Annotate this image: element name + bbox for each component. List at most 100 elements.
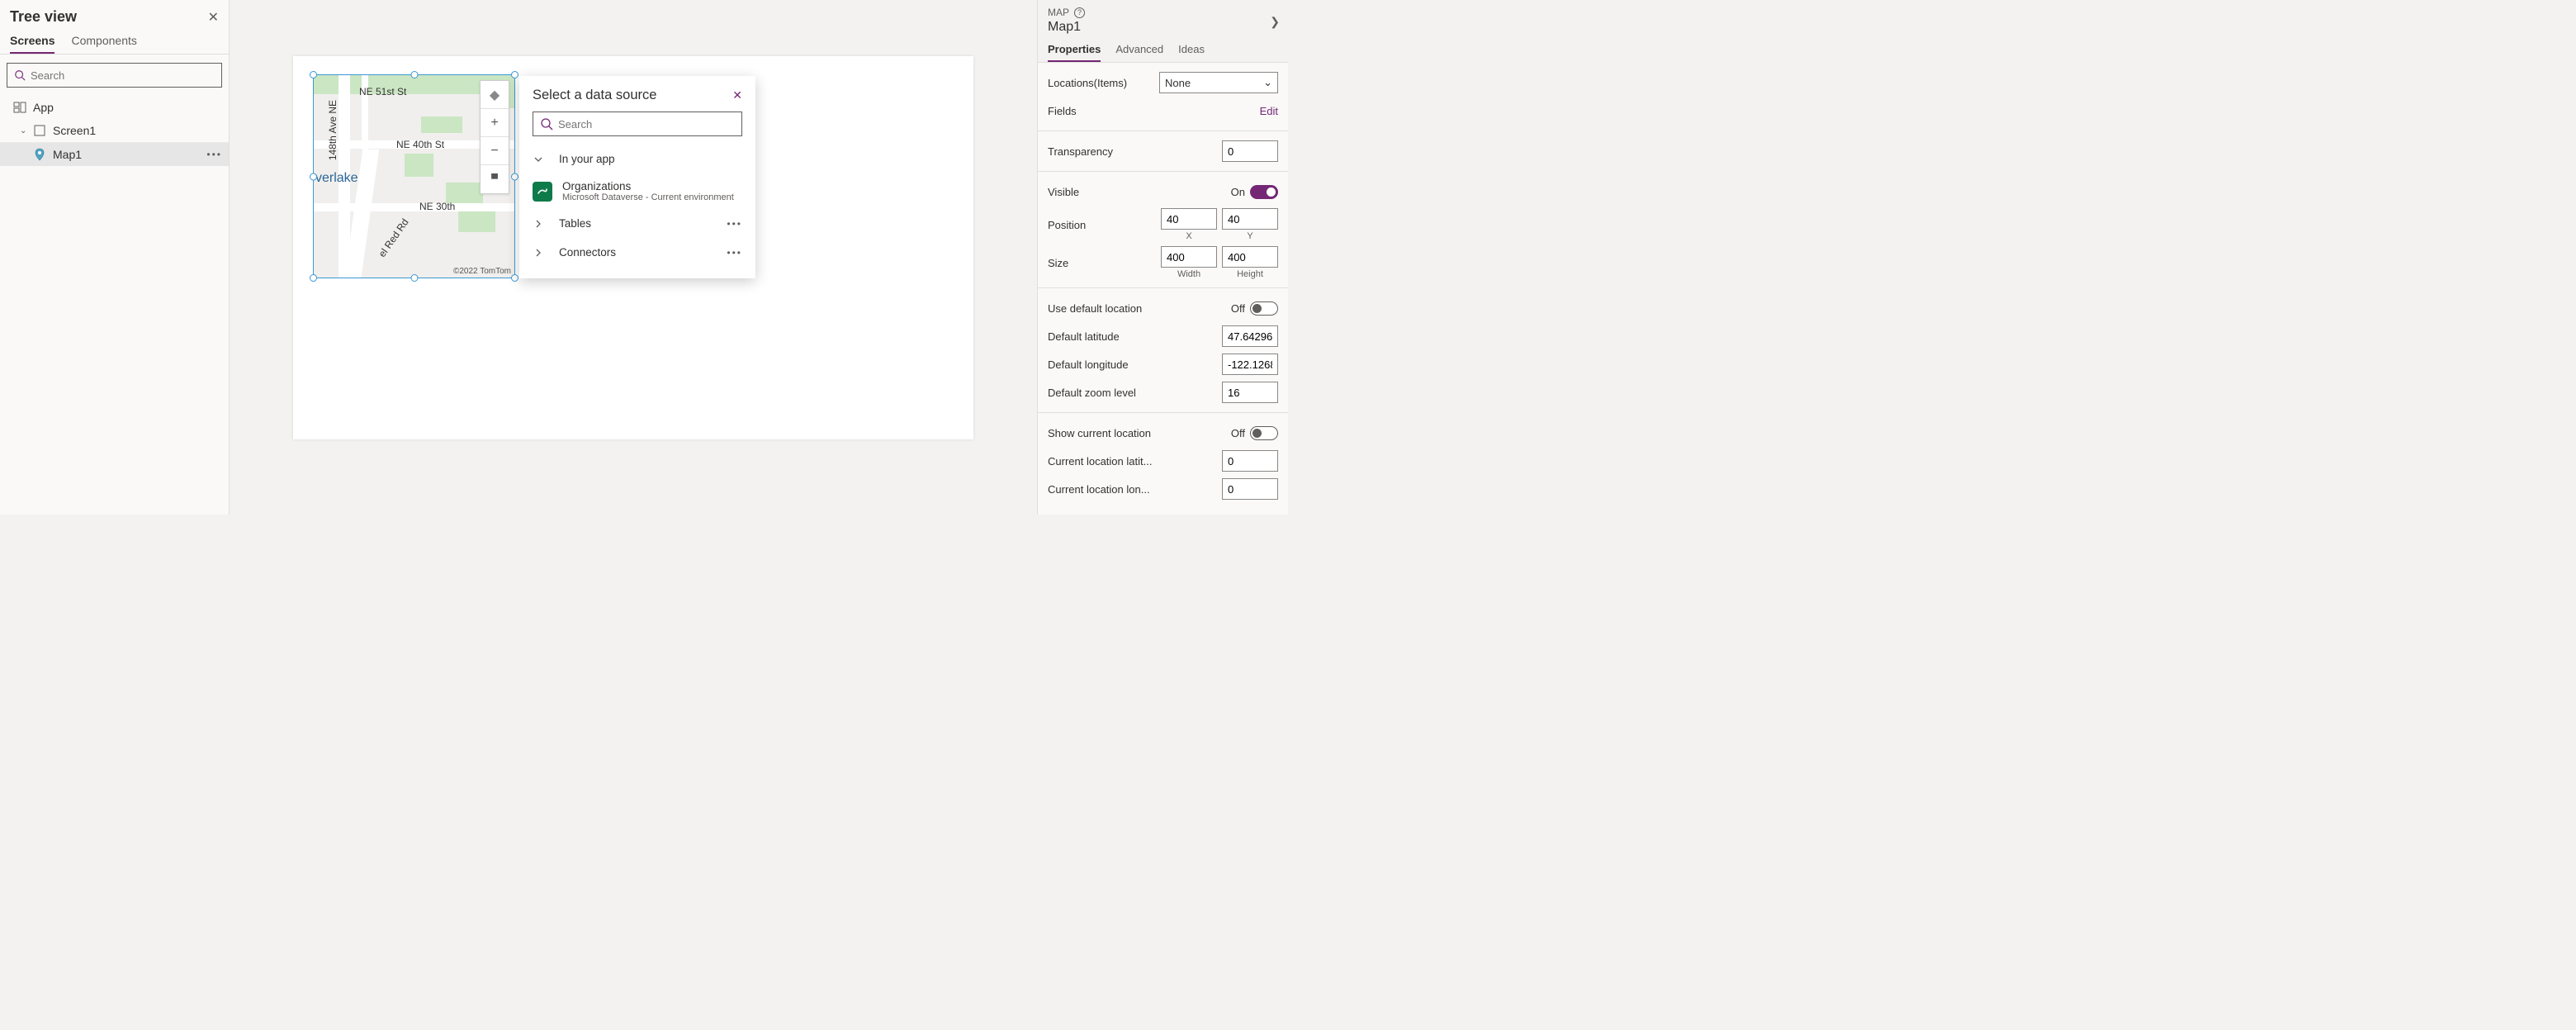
prop-label-show-current-location: Show current location <box>1048 427 1224 439</box>
map-attribution: ©2022 TomTom <box>453 267 511 276</box>
resize-handle[interactable] <box>410 274 418 282</box>
prop-label-size: Size <box>1048 257 1154 269</box>
size-width-input[interactable] <box>1161 246 1217 268</box>
close-icon[interactable]: ✕ <box>208 9 219 26</box>
tree-item-app[interactable]: App <box>0 96 229 119</box>
tab-ideas[interactable]: Ideas <box>1178 43 1205 62</box>
compass-button[interactable]: ◆ <box>481 81 509 109</box>
close-icon[interactable]: ✕ <box>732 88 742 102</box>
locations-select[interactable]: None ⌄ <box>1159 72 1278 93</box>
size-height-input[interactable] <box>1222 246 1278 268</box>
tree-view-panel: Tree view ✕ Screens Components App ⌄ Scr… <box>0 0 230 515</box>
map-icon <box>33 148 46 161</box>
resize-handle[interactable] <box>511 71 519 78</box>
tab-properties[interactable]: Properties <box>1048 43 1101 62</box>
position-x-input[interactable] <box>1161 208 1217 230</box>
chevron-down-icon <box>533 154 547 165</box>
resize-handle[interactable] <box>511 274 519 282</box>
chevron-down-icon: ⌄ <box>1263 76 1272 89</box>
section-label: Connectors <box>559 246 727 259</box>
properties-panel: ❯ MAP ? Map1 Properties Advanced Ideas L… <box>1037 0 1288 515</box>
edit-link[interactable]: Edit <box>1260 105 1278 117</box>
section-tables[interactable]: Tables ••• <box>519 209 755 238</box>
popup-search[interactable] <box>533 112 742 136</box>
tree-search-input[interactable] <box>31 69 215 82</box>
screen-surface[interactable]: 148th Ave NE NE 51st St NE 40th St NE 30… <box>293 56 973 439</box>
prop-label-visible: Visible <box>1048 186 1224 198</box>
search-icon <box>540 117 553 131</box>
tree-item-screen1[interactable]: ⌄ Screen1 <box>0 119 229 143</box>
prop-label-transparency: Transparency <box>1048 145 1215 158</box>
prop-label-current-latitude: Current location latit... <box>1048 455 1215 468</box>
dataverse-icon <box>533 182 552 202</box>
resize-handle[interactable] <box>310 274 317 282</box>
tree-view-title: Tree view <box>10 8 77 26</box>
data-source-organizations[interactable]: Organizations Microsoft Dataverse - Curr… <box>519 173 755 209</box>
screen-icon <box>33 124 46 137</box>
data-source-sub: Microsoft Dataverse - Current environmen… <box>562 192 734 202</box>
section-label: In your app <box>559 153 742 165</box>
section-label: Tables <box>559 217 727 230</box>
current-longitude-input[interactable] <box>1222 478 1278 500</box>
tab-screens[interactable]: Screens <box>10 34 54 54</box>
chevron-right-icon <box>533 218 547 230</box>
position-y-input[interactable] <box>1222 208 1278 230</box>
tree-item-map1[interactable]: Map1 ••• <box>0 143 229 166</box>
map-control[interactable]: 148th Ave NE NE 51st St NE 40th St NE 30… <box>313 74 515 278</box>
resize-handle[interactable] <box>511 173 519 180</box>
search-icon <box>14 69 26 81</box>
default-longitude-input[interactable] <box>1222 354 1278 375</box>
visible-toggle[interactable] <box>1250 185 1278 199</box>
section-in-your-app[interactable]: In your app <box>519 145 755 173</box>
tree-item-label: Map1 <box>53 148 82 161</box>
resize-handle[interactable] <box>310 71 317 78</box>
prop-label-locations: Locations(Items) <box>1048 77 1153 89</box>
map-place-label: verlake <box>315 171 358 186</box>
more-icon[interactable]: ••• <box>727 247 742 259</box>
map-street-label: NE 51st St <box>359 86 406 97</box>
transparency-input[interactable] <box>1222 140 1278 162</box>
canvas: 148th Ave NE NE 51st St NE 40th St NE 30… <box>230 0 1037 515</box>
tab-advanced[interactable]: Advanced <box>1115 43 1163 62</box>
control-type: MAP ? <box>1048 7 1278 18</box>
default-latitude-input[interactable] <box>1222 325 1278 347</box>
zoom-out-button[interactable]: − <box>481 137 509 165</box>
zoom-in-button[interactable]: + <box>481 109 509 137</box>
prop-label-default-longitude: Default longitude <box>1048 358 1215 371</box>
prop-label-current-longitude: Current location lon... <box>1048 483 1215 496</box>
help-icon[interactable]: ? <box>1074 7 1085 18</box>
prop-label-use-default-location: Use default location <box>1048 302 1224 315</box>
map-street-label: 148th Ave NE <box>327 100 339 160</box>
resize-handle[interactable] <box>410 71 418 78</box>
current-latitude-input[interactable] <box>1222 450 1278 472</box>
prop-label-default-zoom: Default zoom level <box>1048 387 1215 399</box>
pitch-button[interactable]: ▀ <box>481 165 509 193</box>
toggle-text: Off <box>1231 302 1245 315</box>
tree-item-label: App <box>33 101 54 114</box>
show-current-location-toggle[interactable] <box>1250 426 1278 440</box>
chevron-down-icon: ⌄ <box>20 126 30 135</box>
data-source-popup: Select a data source ✕ In your app Organ… <box>519 76 755 278</box>
more-icon[interactable]: ••• <box>727 218 742 230</box>
toggle-text: Off <box>1231 427 1245 439</box>
chevron-right-icon <box>533 247 547 259</box>
map-street-label: NE 40th St <box>396 139 444 150</box>
default-zoom-input[interactable] <box>1222 382 1278 403</box>
use-default-location-toggle[interactable] <box>1250 301 1278 316</box>
prop-label-position: Position <box>1048 219 1154 231</box>
prop-label-default-latitude: Default latitude <box>1048 330 1215 343</box>
section-connectors[interactable]: Connectors ••• <box>519 238 755 267</box>
resize-handle[interactable] <box>310 173 317 180</box>
more-icon[interactable]: ••• <box>206 149 222 160</box>
popup-title: Select a data source <box>533 88 656 103</box>
app-icon <box>13 101 26 114</box>
toggle-text: On <box>1231 186 1245 198</box>
tree-search[interactable] <box>7 63 222 88</box>
control-name[interactable]: Map1 <box>1048 20 1278 35</box>
expand-icon[interactable]: ❯ <box>1270 15 1280 29</box>
data-source-name: Organizations <box>562 180 734 192</box>
map-street-label: NE 30th <box>419 201 455 212</box>
popup-search-input[interactable] <box>558 118 735 131</box>
map-zoom-controls: ◆ + − ▀ <box>480 80 509 194</box>
tab-components[interactable]: Components <box>71 34 136 54</box>
